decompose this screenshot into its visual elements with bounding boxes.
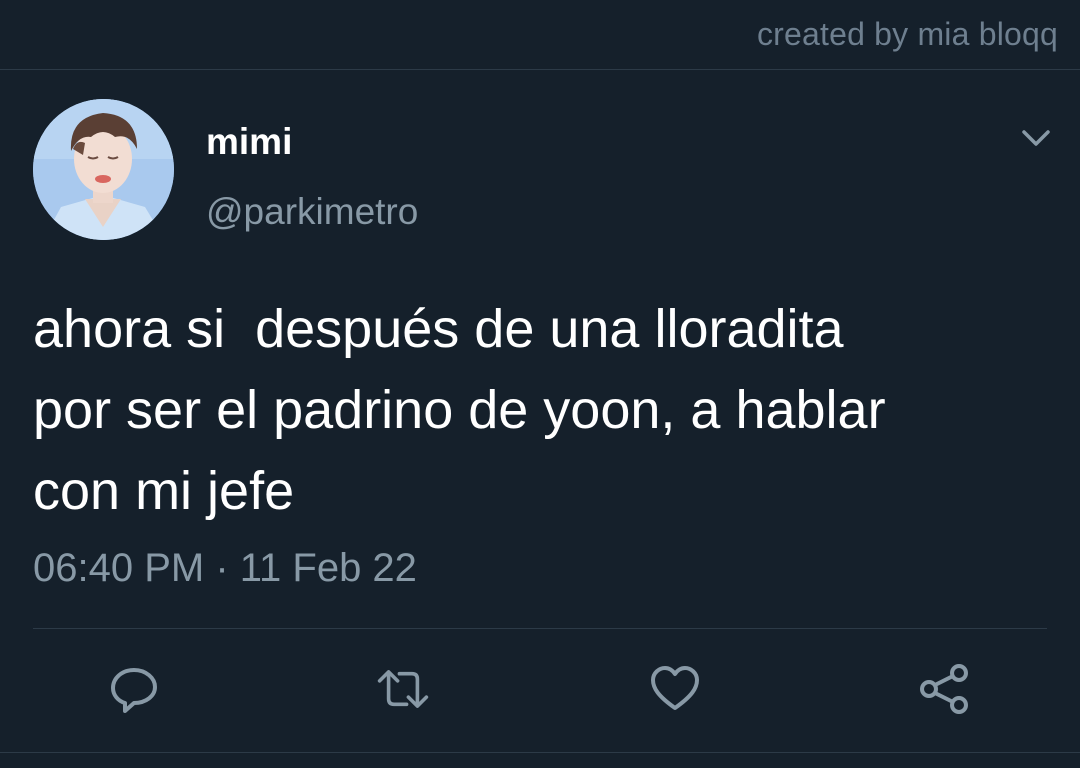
share-icon <box>920 664 968 714</box>
actions-divider <box>33 628 1047 629</box>
heart-icon <box>651 666 699 710</box>
like-button[interactable] <box>648 662 702 716</box>
reply-icon <box>111 668 157 713</box>
retweet-button[interactable] <box>376 662 430 716</box>
reply-button[interactable] <box>107 662 161 716</box>
share-button[interactable] <box>917 662 971 716</box>
tweet-timestamp[interactable]: 06:40 PM · 11 Feb 22 <box>33 546 417 591</box>
bottom-divider <box>0 752 1080 753</box>
avatar[interactable] <box>33 99 174 240</box>
author-display-name[interactable]: mimi <box>206 121 292 163</box>
tweet-body-text: ahora si después de una lloradita por se… <box>33 299 886 521</box>
tweet-detail-screen: created by mia bloqq mimi @parkimetro ah… <box>0 0 1080 768</box>
watermark-text: created by mia bloqq <box>756 16 1058 52</box>
top-divider <box>0 69 1080 70</box>
author-handle[interactable]: @parkimetro <box>206 191 418 233</box>
profile-photo-icon <box>33 99 174 240</box>
retweet-icon <box>377 670 429 708</box>
chevron-down-icon[interactable] <box>1018 124 1054 152</box>
